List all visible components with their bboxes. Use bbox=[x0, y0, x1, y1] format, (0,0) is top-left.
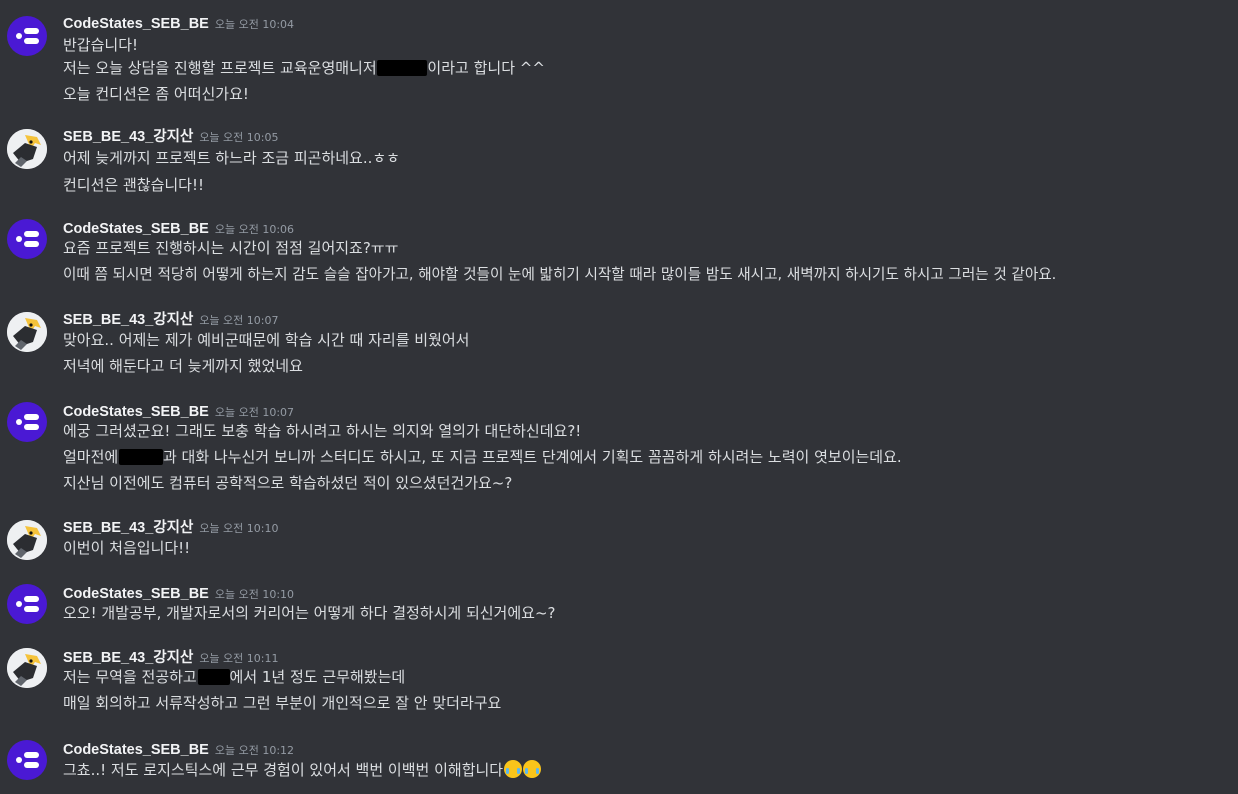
message-text: 얼마전에 과 대화 나누신거 보니까 스터디도 하시고, 또 지금 프로젝트 단… bbox=[63, 448, 902, 466]
timestamp: 오늘 오전 10:06 bbox=[214, 223, 295, 236]
message-header: SEB_BE_43_강지산 오늘 오전 10:07 bbox=[63, 310, 279, 328]
message-text: 요즘 프로젝트 진행하시는 시간이 점점 길어지죠?ㅠㅠ bbox=[63, 239, 399, 257]
avatar[interactable] bbox=[7, 402, 47, 442]
codestates-logo-icon bbox=[16, 601, 22, 607]
message-text: 반갑습니다! bbox=[63, 36, 139, 54]
timestamp: 오늘 오전 10:11 bbox=[199, 652, 279, 665]
message-text: 매일 회의하고 서류작성하고 그런 부분이 개인적으로 잘 안 맞더라구요 bbox=[63, 694, 502, 712]
eagle-icon bbox=[7, 520, 47, 560]
username[interactable]: SEB_BE_43_강지산 bbox=[63, 129, 193, 145]
username[interactable]: SEB_BE_43_강지산 bbox=[63, 312, 193, 328]
avatar[interactable] bbox=[7, 312, 47, 352]
message-header: CodeStates_SEB_BE 오늘 오전 10:06 bbox=[63, 219, 294, 237]
username[interactable]: CodeStates_SEB_BE bbox=[63, 742, 209, 758]
timestamp: 오늘 오전 10:07 bbox=[199, 314, 279, 327]
message-text: 이때 쯤 되시면 적당히 어떻게 하는지 감도 슬슬 잡아가고, 해야할 것들이… bbox=[63, 266, 1057, 283]
message-header: CodeStates_SEB_BE 오늘 오전 10:12 bbox=[63, 740, 294, 758]
avatar[interactable] bbox=[7, 129, 47, 169]
message-text: 저녁에 해둔다고 더 늦게까지 했었네요 bbox=[63, 357, 303, 375]
timestamp: 오늘 오전 10:04 bbox=[214, 18, 295, 31]
redacted-name bbox=[118, 449, 163, 465]
timestamp: 오늘 오전 10:10 bbox=[214, 588, 295, 601]
codestates-logo-icon bbox=[16, 419, 22, 425]
message-text: 저는 오늘 상담을 진행할 프로젝트 교육운영매니저 이라고 합니다 ^^ bbox=[63, 59, 545, 77]
message-header: CodeStates_SEB_BE 오늘 오전 10:07 bbox=[63, 402, 294, 420]
username[interactable]: CodeStates_SEB_BE bbox=[63, 404, 209, 420]
codestates-logo-icon bbox=[16, 757, 22, 763]
message-header: SEB_BE_43_강지산 오늘 오전 10:11 bbox=[63, 648, 279, 666]
avatar[interactable] bbox=[7, 520, 47, 560]
timestamp: 오늘 오전 10:10 bbox=[199, 522, 279, 535]
username[interactable]: CodeStates_SEB_BE bbox=[63, 221, 209, 237]
timestamp: 오늘 오전 10:12 bbox=[214, 744, 295, 757]
timestamp: 오늘 오전 10:05 bbox=[199, 131, 279, 144]
timestamp: 오늘 오전 10:07 bbox=[214, 406, 295, 419]
redacted-name bbox=[377, 60, 428, 76]
username[interactable]: CodeStates_SEB_BE bbox=[63, 16, 209, 32]
avatar[interactable] bbox=[7, 16, 47, 56]
message-text: 어제 늦게까지 프로젝트 하느라 조금 피곤하네요..ㅎㅎ bbox=[63, 149, 400, 167]
message-text: 컨디션은 괜찮습니다!! bbox=[63, 176, 204, 194]
avatar[interactable] bbox=[7, 740, 47, 780]
message-text: 오늘 컨디션은 좀 어떠신가요! bbox=[63, 85, 249, 103]
message-text: 지산님 이전에도 컴퓨터 공학적으로 학습하셨던 적이 있으셨던건가요~? bbox=[63, 474, 513, 492]
message-text: 오오! 개발공부, 개발자로서의 커리어는 어떻게 하다 결정하시게 되신거에요… bbox=[63, 604, 556, 622]
avatar[interactable] bbox=[7, 584, 47, 624]
codestates-logo-icon bbox=[16, 33, 22, 39]
username[interactable]: SEB_BE_43_강지산 bbox=[63, 520, 193, 536]
eagle-icon bbox=[7, 648, 47, 688]
message-text: 에궁 그러셨군요! 그래도 보충 학습 하시려고 하시는 의지와 열의가 대단하… bbox=[63, 422, 582, 440]
message-header: CodeStates_SEB_BE 오늘 오전 10:10 bbox=[63, 584, 294, 602]
message-header: SEB_BE_43_강지산 오늘 오전 10:05 bbox=[63, 127, 279, 145]
message-text: 이번이 처음입니다!! bbox=[63, 539, 191, 557]
username[interactable]: CodeStates_SEB_BE bbox=[63, 586, 209, 602]
username[interactable]: SEB_BE_43_강지산 bbox=[63, 650, 193, 666]
chat-message-list: CodeStates_SEB_BE 오늘 오전 10:04 반갑습니다! 저는 오… bbox=[0, 0, 1238, 794]
codestates-logo-icon bbox=[16, 236, 22, 242]
eagle-icon bbox=[7, 312, 47, 352]
avatar[interactable] bbox=[7, 219, 47, 259]
avatar[interactable] bbox=[7, 648, 47, 688]
message-text: 저는 무역을 전공하고 에서 1년 정도 근무해봤는데 bbox=[63, 668, 406, 686]
joy-emoji-icon[interactable]: 😂 bbox=[504, 760, 523, 778]
message-header: CodeStates_SEB_BE 오늘 오전 10:04 bbox=[63, 14, 294, 32]
eagle-icon bbox=[7, 129, 47, 169]
message-header: SEB_BE_43_강지산 오늘 오전 10:10 bbox=[63, 518, 279, 536]
joy-emoji-icon[interactable]: 😂 bbox=[523, 760, 542, 778]
message-text: 맞아요.. 어제는 제가 예비군때문에 학습 시간 때 자리를 비웠어서 bbox=[63, 331, 470, 349]
redacted-company bbox=[197, 669, 230, 685]
message-text: 그쵸..! 저도 로지스틱스에 근무 경험이 있어서 백번 이백번 이해합니다😂… bbox=[63, 760, 542, 780]
